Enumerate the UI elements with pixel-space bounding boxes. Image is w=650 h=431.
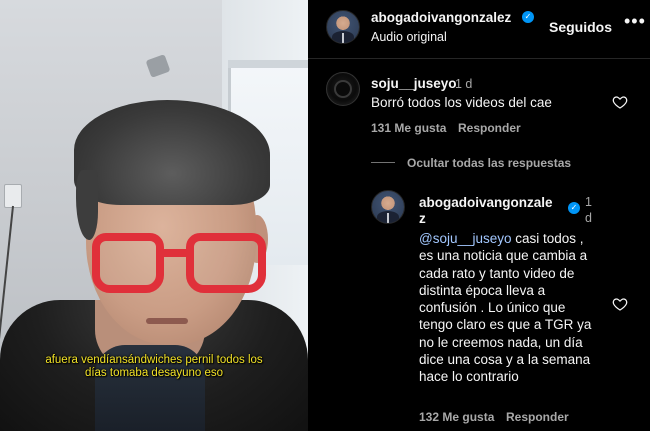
video-player[interactable]: afuera vendíansándwiches pernil todos lo…: [0, 0, 308, 431]
reply-line: dice una cosa y a la semana: [419, 352, 591, 368]
person-hair: [74, 100, 270, 205]
reply-mention-link[interactable]: @soju__juseyo: [419, 231, 512, 246]
comment-reply-button[interactable]: Responder: [458, 121, 521, 135]
reply-username-wrap[interactable]: z: [419, 211, 426, 226]
avatar-tie: [341, 33, 345, 43]
like-heart-icon[interactable]: [612, 94, 628, 110]
comment-time[interactable]: 1 d: [455, 77, 472, 91]
reply-line: distinta época lleva a: [419, 282, 546, 298]
audio-link[interactable]: Audio original: [371, 30, 447, 44]
reply-line: tengo claro es que a TGR ya: [419, 317, 592, 333]
verified-badge-icon: ✓: [568, 202, 580, 214]
comment-likes[interactable]: 131 Me gusta: [371, 121, 446, 135]
reply-time-unit[interactable]: d: [585, 211, 592, 225]
post-header: abogadoivangonzalez ✓ Audio original Seg…: [308, 0, 650, 59]
reply-time[interactable]: 1: [585, 195, 592, 209]
like-heart-icon[interactable]: [612, 296, 628, 312]
reply-username[interactable]: abogadoivangonzale: [419, 195, 553, 210]
hide-replies-button[interactable]: Ocultar todas las respuestas: [407, 156, 571, 170]
person-mouth: [146, 318, 188, 324]
video-subtitle-line-2: días tomaba desayuno eso: [84, 367, 224, 379]
comment-text: Borró todos los videos del cae: [371, 95, 552, 110]
author-avatar[interactable]: [326, 10, 360, 44]
red-glasses: [92, 233, 270, 307]
following-button[interactable]: Seguidos: [549, 19, 612, 35]
verified-badge-icon: ✓: [522, 11, 534, 23]
comments-panel: abogadoivangonzalez ✓ Audio original Seg…: [308, 0, 650, 431]
reply-text: @soju__juseyo casi todos , es una notici…: [419, 230, 594, 386]
reply-line: cada rato y tanto video de: [419, 265, 575, 281]
commenter-avatar[interactable]: [326, 72, 360, 106]
reply-line: hace lo contrario: [419, 369, 519, 385]
reply-likes[interactable]: 132 Me gusta: [419, 410, 494, 424]
reply-line-1: @soju__juseyo casi todos ,: [419, 230, 594, 247]
glasses-right-lens: [186, 233, 266, 293]
reply-line: es una noticia que cambia a: [419, 248, 588, 264]
reply-author-avatar[interactable]: [371, 190, 405, 224]
video-subtitle-line-1: afuera vendíansándwiches pernil todos lo…: [45, 354, 263, 366]
replies-divider: [371, 162, 395, 163]
comment-username[interactable]: soju__juseyo: [371, 76, 457, 91]
avatar-tie: [386, 213, 390, 223]
window-blind: [228, 60, 308, 68]
reply-line: no le creemos nada, un día: [419, 334, 583, 350]
wall-socket: [4, 184, 22, 208]
avatar-figure: [336, 82, 350, 96]
reply-reply-button[interactable]: Responder: [506, 410, 569, 424]
reply-line-1-text: casi todos ,: [511, 231, 584, 246]
glasses-left-lens: [92, 233, 164, 293]
person-hair-side: [76, 170, 98, 240]
wall-hook: [145, 54, 171, 78]
author-username[interactable]: abogadoivangonzalez: [371, 10, 511, 25]
reply-line: confusión . Lo único que: [419, 300, 566, 316]
more-options-icon[interactable]: •••: [624, 11, 646, 32]
